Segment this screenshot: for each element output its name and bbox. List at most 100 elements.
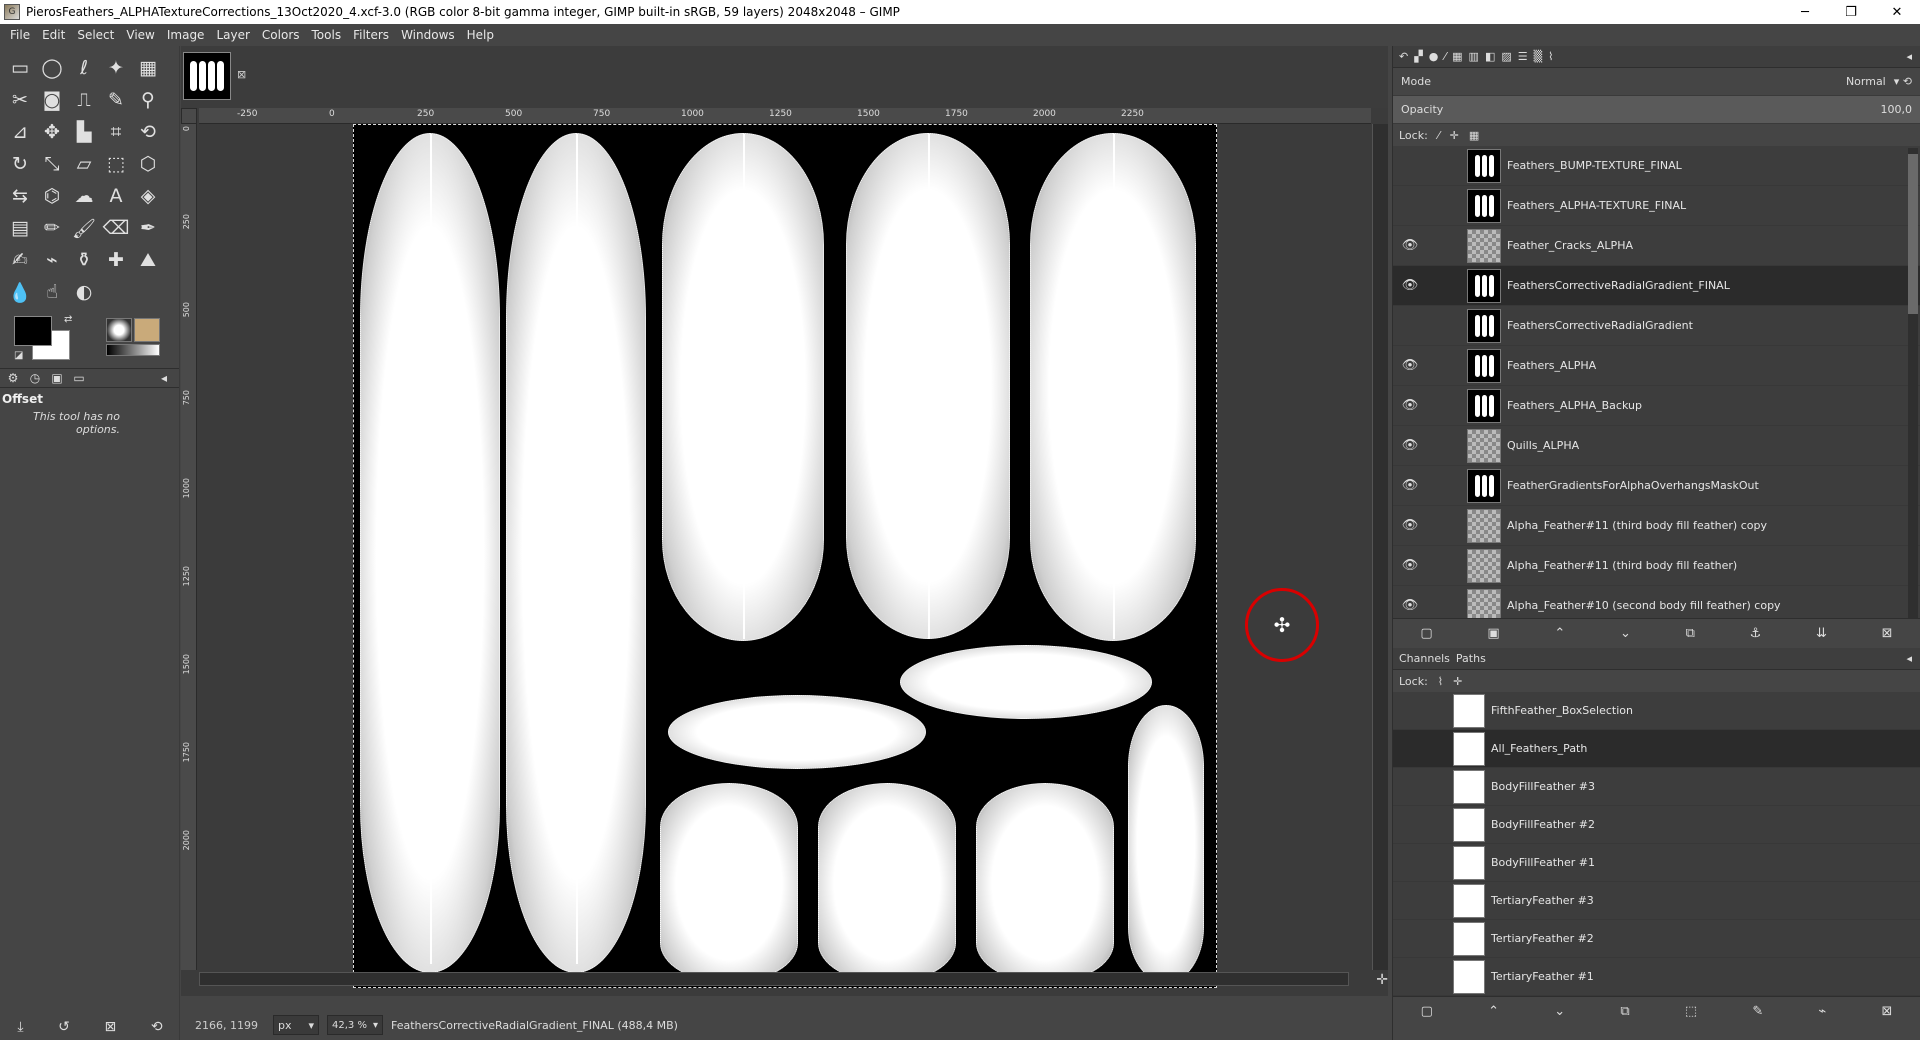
save-options-icon[interactable]: ⤓ (17, 1019, 23, 1035)
layer-row[interactable]: 👁 Alpha_Feather#10 (second body fill fea… (1393, 586, 1920, 618)
pencil-icon[interactable]: ✏ (36, 212, 68, 244)
new-layer-icon[interactable]: ▢ (1420, 626, 1432, 641)
handle-transform-icon[interactable]: ⬚ (100, 148, 132, 180)
text-tool-icon[interactable]: A (100, 180, 132, 212)
lock-path-position-icon[interactable]: ✛ (1453, 675, 1462, 688)
eye-icon[interactable]: 👁 (1393, 598, 1427, 613)
rect-select-icon[interactable]: ▭ (4, 52, 36, 84)
eye-icon[interactable]: 👁 (1393, 278, 1427, 293)
layers-tab-icon[interactable]: ☰ (1518, 50, 1528, 63)
pointer-tab-icon[interactable]: ▞ (1414, 50, 1422, 63)
flip-icon[interactable]: ⇆ (4, 180, 36, 212)
layer-row[interactable]: 👁 Feathers_ALPHA_Backup (1393, 386, 1920, 426)
zoom-selector[interactable]: 42,3 % ▾ (327, 1015, 383, 1035)
channels-tab-icon[interactable]: ▒ (1534, 50, 1542, 63)
heal-icon[interactable]: ✚ (100, 244, 132, 276)
layer-row[interactable]: 👁 Quills_ALPHA (1393, 426, 1920, 466)
layer-row[interactable]: FeathersCorrectiveRadialGradient (1393, 306, 1920, 346)
eye-icon[interactable]: 👁 (1393, 238, 1427, 253)
anchor-layer-icon[interactable]: ⚓ (1750, 626, 1762, 641)
unified-transform-icon[interactable]: ⟲ (132, 116, 164, 148)
path-row[interactable]: BodyFillFeather #2 (1393, 806, 1920, 844)
perspective-clone-icon[interactable]: ⛰ (132, 244, 164, 276)
image-tab-thumbnail[interactable] (183, 52, 231, 100)
duplicate-layer-icon[interactable]: ⧉ (1686, 626, 1695, 641)
merge-layer-icon[interactable]: ⇊ (1816, 626, 1827, 641)
align-icon[interactable]: ▙ (68, 116, 100, 148)
menu-select[interactable]: Select (71, 28, 120, 42)
smudge-icon[interactable]: ☝ (36, 276, 68, 308)
menu-layer[interactable]: Layer (210, 28, 255, 42)
duplicate-path-icon[interactable]: ⧉ (1620, 1004, 1629, 1019)
undo-history-tab-icon[interactable]: ▣ (48, 371, 66, 385)
menu-edit[interactable]: Edit (36, 28, 71, 42)
path-tool-icon[interactable]: ⎍ (68, 84, 100, 116)
bucket-fill-icon[interactable]: ◈ (132, 180, 164, 212)
images-tab-icon[interactable]: ▭ (70, 371, 88, 385)
delete-path-icon[interactable]: ⊠ (1881, 1004, 1892, 1019)
eye-icon[interactable]: 👁 (1393, 398, 1427, 413)
cage-icon[interactable]: ⌬ (36, 180, 68, 212)
palettes-tab-icon[interactable]: ▨ (1501, 50, 1511, 63)
layer-row[interactable]: 👁 Alpha_Feather#11 (third body fill feat… (1393, 506, 1920, 546)
quickmask-corner[interactable] (181, 108, 197, 124)
eraser-icon[interactable]: ⌫ (100, 212, 132, 244)
path-row[interactable]: TertiaryFeather #1 (1393, 958, 1920, 996)
dock-menu-icon[interactable]: ◂ (1906, 652, 1912, 665)
menu-windows[interactable]: Windows (395, 28, 461, 42)
menu-help[interactable]: Help (461, 28, 500, 42)
layer-row[interactable]: 👁 Alpha_Feather#11 (third body fill feat… (1393, 546, 1920, 586)
color-select-icon[interactable]: ▦ (132, 52, 164, 84)
layer-row[interactable]: 👁 Feather_Cracks_ALPHA (1393, 226, 1920, 266)
vertical-scrollbar[interactable] (1372, 124, 1388, 970)
foreground-select-icon[interactable]: ◙ (36, 84, 68, 116)
opacity-row[interactable]: Opacity 100,0 (1393, 96, 1920, 124)
path-to-selection-icon[interactable]: ⬚ (1685, 1004, 1697, 1019)
warp-icon[interactable]: ☁ (68, 180, 100, 212)
menu-colors[interactable]: Colors (256, 28, 306, 42)
layer-row[interactable]: Feathers_BUMP-TEXTURE_FINAL (1393, 146, 1920, 186)
new-path-icon[interactable]: ▢ (1421, 1004, 1433, 1019)
navigate-icon[interactable]: ✛ (1376, 972, 1388, 988)
undo-tab-icon[interactable]: ↶ (1399, 50, 1408, 63)
layer-row[interactable]: 👁 Feathers_ALPHA (1393, 346, 1920, 386)
lock-alpha-icon[interactable]: ▦ (1469, 129, 1479, 142)
horizontal-ruler[interactable]: -250 0 250 500 750 1000 1250 1500 1750 2… (199, 108, 1371, 124)
mode-row[interactable]: Mode Normal ▾ ⟲ (1393, 68, 1920, 96)
layer-row[interactable]: 👁 FeatherGradientsForAlphaOverhangsMaskO… (1393, 466, 1920, 506)
brush-preview[interactable] (106, 318, 132, 342)
zoom-icon[interactable]: ⚲ (132, 84, 164, 116)
lock-pixels-icon[interactable]: ⁄ (1438, 129, 1440, 142)
path-row[interactable]: TertiaryFeather #2 (1393, 920, 1920, 958)
reset-options-icon[interactable]: ⟲ (151, 1019, 163, 1035)
lower-path-icon[interactable]: ⌄ (1554, 1004, 1565, 1019)
delete-layer-icon[interactable]: ⊠ (1882, 626, 1893, 641)
minimize-button[interactable]: ─ (1782, 0, 1828, 24)
color-picker-icon[interactable]: ✎ (100, 84, 132, 116)
dock-menu-icon[interactable]: ◂ (1906, 50, 1912, 63)
lower-layer-icon[interactable]: ⌄ (1620, 626, 1631, 641)
layer-row[interactable]: Feathers_ALPHA-TEXTURE_FINAL (1393, 186, 1920, 226)
tool-options-tab-icon[interactable]: ⚙ (4, 371, 22, 385)
pattern-preview[interactable] (134, 318, 160, 342)
eye-icon[interactable]: 👁 (1393, 438, 1427, 453)
tab-paths[interactable]: Paths (1456, 652, 1486, 665)
crop-icon[interactable]: ⌗ (100, 116, 132, 148)
vertical-ruler[interactable]: 0 250 500 750 1000 1250 1500 1750 2000 (181, 124, 197, 970)
measure-icon[interactable]: ⊿ (4, 116, 36, 148)
brushes-tab-icon[interactable]: ● (1429, 50, 1439, 63)
raise-layer-icon[interactable]: ⌃ (1554, 626, 1565, 641)
foreground-color[interactable] (14, 316, 52, 346)
mypaint-brush-icon[interactable]: ⌁ (36, 244, 68, 276)
menu-image[interactable]: Image (161, 28, 211, 42)
menu-filters[interactable]: Filters (347, 28, 395, 42)
device-status-tab-icon[interactable]: ◷ (26, 371, 44, 385)
horizontal-scrollbar[interactable] (199, 972, 1349, 986)
path-row-selected[interactable]: All_Feathers_Path (1393, 730, 1920, 768)
path-row[interactable]: BodyFillFeather #1 (1393, 844, 1920, 882)
raise-path-icon[interactable]: ⌃ (1488, 1004, 1499, 1019)
menu-file[interactable]: File (4, 28, 36, 42)
opacity-value[interactable]: 100,0 (1881, 103, 1913, 116)
maximize-button[interactable]: ❐ (1828, 0, 1874, 24)
gradient-preview[interactable] (106, 344, 160, 356)
